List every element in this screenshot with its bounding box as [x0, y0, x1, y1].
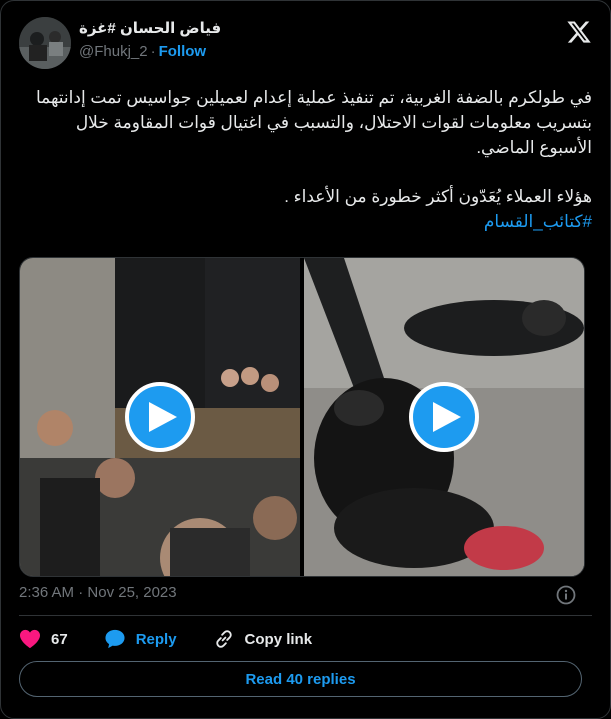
avatar[interactable] — [19, 17, 71, 69]
read-replies-button[interactable]: Read 40 replies — [19, 661, 582, 697]
play-icon — [149, 402, 177, 432]
read-replies-label: Read 40 replies — [245, 670, 356, 688]
play-button[interactable] — [125, 382, 195, 452]
copy-link-button[interactable]: Copy link — [213, 628, 313, 650]
like-button[interactable]: 67 — [19, 629, 68, 649]
play-icon — [433, 402, 461, 432]
author-info: فياض الحسان #غزة @Fhukj_2 · Follow — [79, 19, 221, 60]
media-grid — [19, 257, 585, 577]
video-thumbnail-1[interactable] — [20, 258, 300, 576]
tweet-paragraph-2: هؤلاء العملاء يُعَدّون أكثر خطورة من الأ… — [284, 187, 592, 206]
author-display-name[interactable]: فياض الحسان #غزة — [79, 19, 221, 37]
tweet-date: Nov 25, 2023 — [87, 584, 177, 601]
tweet-card: فياض الحسان #غزة @Fhukj_2 · Follow في طولك… — [0, 0, 611, 719]
info-icon[interactable] — [556, 585, 576, 605]
heart-icon — [20, 629, 40, 649]
author-handle-line: @Fhukj_2 · Follow — [79, 43, 221, 60]
separator-dot: · — [78, 584, 84, 601]
divider — [19, 615, 592, 616]
x-logo-icon[interactable] — [566, 19, 592, 45]
tweet-time: 2:36 AM — [19, 584, 75, 601]
separator-dot: · — [150, 43, 156, 60]
link-icon — [215, 630, 232, 648]
play-button[interactable] — [409, 382, 479, 452]
author-handle[interactable]: @Fhukj_2 — [79, 43, 148, 60]
tweet-header: فياض الحسان #غزة @Fhukj_2 · Follow — [19, 17, 592, 69]
tweet-paragraph-1: في طولكرم بالضفة الغربية، تم تنفيذ عملية… — [35, 88, 592, 157]
action-bar: 67 Reply Copy link — [19, 628, 312, 650]
reply-label: Reply — [135, 630, 177, 648]
video-thumbnail-2[interactable] — [304, 258, 584, 576]
follow-button[interactable]: Follow — [159, 43, 207, 60]
reply-bubble-icon — [105, 629, 125, 649]
tweet-text: في طولكرم بالضفة الغربية، تم تنفيذ عملية… — [19, 85, 592, 234]
copy-link-label: Copy link — [244, 630, 313, 648]
reply-button[interactable]: Reply — [104, 629, 177, 649]
like-count: 67 — [51, 630, 68, 648]
hashtag-link[interactable]: #كتائب_القسام — [484, 212, 592, 231]
tweet-timestamp[interactable]: 2:36 AM · Nov 25, 2023 — [19, 584, 177, 601]
